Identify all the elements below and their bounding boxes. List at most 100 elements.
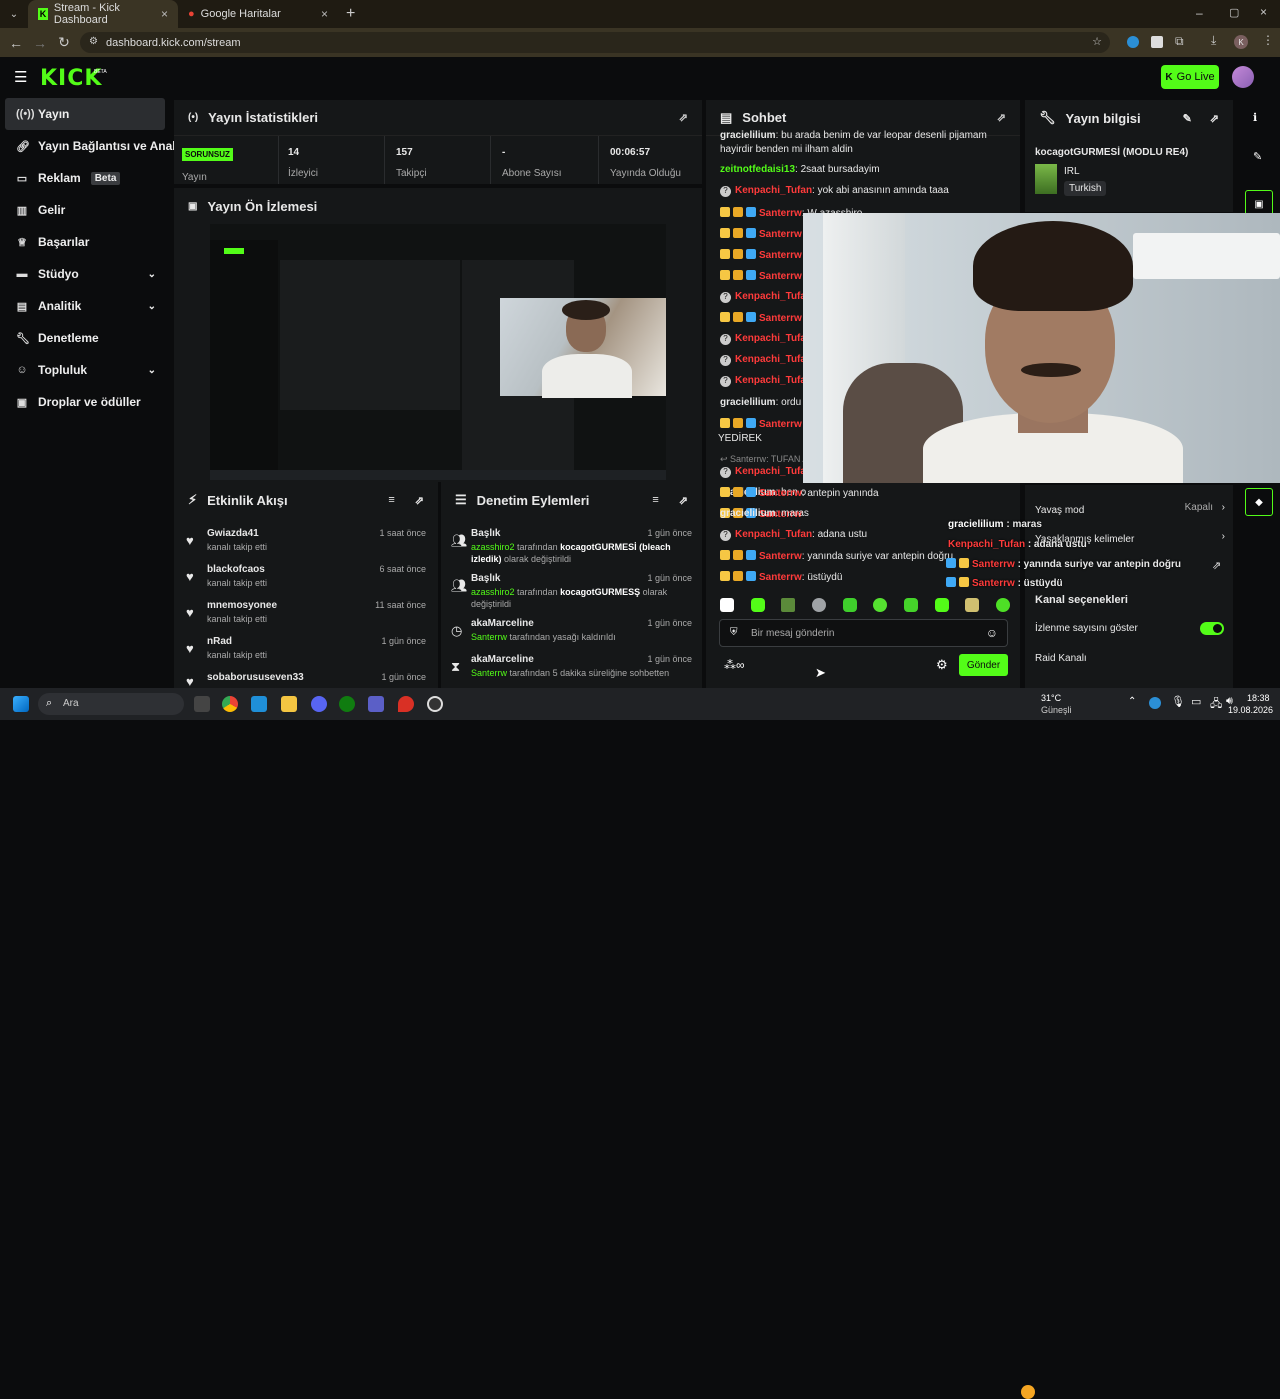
taskbar-search[interactable]: ⌕ Ara	[38, 693, 184, 715]
chat-username[interactable]: Santerrw	[759, 419, 802, 430]
microphone-icon[interactable]: 🎙︎	[1171, 695, 1185, 708]
shield-icon[interactable]: ⛨	[730, 627, 738, 638]
chat-username[interactable]: gracielilium	[720, 508, 776, 519]
tray-chevron-icon[interactable]: ⌃	[1128, 696, 1136, 707]
maps-icon[interactable]	[398, 696, 414, 712]
popout-icon[interactable]: ⇗	[415, 494, 424, 507]
quick-action-icon[interactable]: ◆	[1245, 488, 1273, 516]
slow-mode-row[interactable]: Yavaş mod Kapalı ›	[1035, 502, 1225, 516]
profile-avatar[interactable]: K	[1234, 35, 1248, 49]
chat-username[interactable]: Kenpachi_Tufan	[735, 354, 812, 365]
chat-input[interactable]: ⛨ Bir mesaj gönderin ☺	[719, 619, 1008, 647]
forward-icon[interactable]: →	[28, 35, 52, 51]
chat-username[interactable]: Santerrw	[759, 572, 802, 583]
sidebar-item-analitik[interactable]: ▤ Analitik ⌄	[0, 290, 170, 322]
display-icon[interactable]: ▭	[1191, 695, 1201, 708]
sidebar-item-reklam[interactable]: ▭ Reklam Beta	[0, 162, 170, 194]
popout-icon[interactable]: ⇗	[679, 111, 688, 124]
task-view-icon[interactable]	[194, 696, 210, 712]
sidebar-item-basarilar[interactable]: ♕ Başarılar	[0, 226, 170, 258]
emote-icon[interactable]	[811, 598, 826, 612]
popout-icon[interactable]: ⇗	[679, 494, 688, 507]
user-avatar[interactable]	[1232, 66, 1254, 88]
sidebar-item-topluluk[interactable]: ☺ Topluluk ⌄	[0, 354, 170, 386]
filter-icon[interactable]: ≡	[652, 494, 658, 506]
chat-username[interactable]: Santerrw	[759, 271, 802, 282]
category-name[interactable]: IRL	[1064, 166, 1080, 177]
chat-username[interactable]: gracielilium	[720, 130, 776, 141]
emote-icon[interactable]	[995, 598, 1010, 612]
hamburger-menu-icon[interactable]: ☰	[14, 68, 27, 86]
tray-app-icon[interactable]	[1149, 697, 1161, 709]
discord-icon[interactable]	[311, 696, 327, 712]
extension-icon[interactable]	[1127, 36, 1139, 48]
filter-icon[interactable]: ≡	[388, 494, 394, 506]
chat-username[interactable]: Santerrw	[759, 488, 802, 499]
teams-icon[interactable]	[368, 696, 384, 712]
chat-username[interactable]: Santerrw	[759, 229, 802, 240]
close-icon[interactable]: ×	[321, 7, 328, 21]
app-icon[interactable]	[251, 696, 267, 712]
raid-channel-label[interactable]: Raid Kanalı	[1035, 653, 1087, 664]
windows-start-icon[interactable]	[13, 696, 29, 712]
maximize-icon[interactable]: ▢	[1229, 6, 1239, 19]
send-button[interactable]: Gönder	[959, 654, 1008, 676]
chat-username[interactable]: Santerrw	[759, 551, 802, 562]
chat-username[interactable]: Santerrw	[730, 454, 766, 464]
settings-gear-icon[interactable]: ⚙	[936, 657, 948, 673]
chat-username[interactable]: Santerrw	[759, 250, 802, 261]
chat-username[interactable]: Kenpachi_Tufan	[735, 529, 812, 540]
bookmark-icon[interactable]: ☆	[1092, 35, 1102, 48]
back-icon[interactable]: ←	[4, 35, 28, 51]
chat-username[interactable]: Santerrw	[759, 313, 802, 324]
clock-time[interactable]: 18:38	[1247, 693, 1270, 703]
url-field[interactable]: ⚙ dashboard.kick.com/stream ☆	[80, 32, 1110, 53]
network-icon[interactable]: 🖧︎	[1210, 695, 1222, 714]
sidebar-item-stream-link[interactable]: 🔗︎ Yayın Bağlantısı ve Anahtar	[0, 130, 195, 162]
emote-icon[interactable]	[842, 598, 857, 612]
download-icon[interactable]: ⤓	[1211, 33, 1216, 48]
show-viewers-toggle[interactable]	[1200, 622, 1224, 635]
emote-icon[interactable]	[873, 598, 888, 612]
emote-icon[interactable]	[934, 598, 949, 612]
chat-username[interactable]: Kenpachi_Tufan	[735, 291, 812, 302]
emote-icon[interactable]	[781, 598, 796, 612]
chat-username[interactable]: Santerrw	[759, 208, 802, 219]
extensions-puzzle-icon[interactable]: ⧉	[1175, 34, 1184, 49]
site-info-icon[interactable]: ⚙	[89, 36, 98, 47]
popout-icon[interactable]: ⇗	[997, 111, 1006, 124]
close-icon[interactable]: ×	[161, 7, 168, 21]
browser-menu-icon[interactable]: ⋮	[1262, 33, 1274, 47]
obs-icon[interactable]	[427, 696, 443, 712]
extension-icon-2[interactable]	[1151, 36, 1163, 48]
edit-pencil-icon[interactable]: ✎	[1253, 150, 1262, 163]
emote-icon[interactable]	[965, 598, 980, 612]
sidebar-item-denetleme[interactable]: 🔧︎ Denetleme	[0, 322, 170, 354]
chat-username[interactable]: gracielilium	[720, 397, 776, 408]
chat-username[interactable]: Kenpachi_Tufan	[735, 466, 812, 477]
tab-google-maps[interactable]: ● Google Haritalar ×	[178, 0, 338, 28]
window-close-icon[interactable]: ×	[1260, 5, 1267, 19]
popout-icon[interactable]: ⇗	[1210, 112, 1219, 125]
tag-chip[interactable]: Turkish	[1064, 181, 1107, 196]
sidebar-item-gelir[interactable]: ▥ Gelir	[0, 194, 170, 226]
preview-video[interactable]	[210, 224, 666, 480]
chat-username[interactable]: zeitnotfedaisi13	[720, 164, 795, 175]
info-icon[interactable]: ℹ	[1253, 111, 1257, 124]
edit-icon[interactable]: ✎	[1183, 112, 1192, 125]
sidebar-item-yayin[interactable]: ((•)) Yayın	[5, 98, 165, 130]
chrome-icon[interactable]	[222, 696, 238, 712]
minimize-icon[interactable]: –	[1196, 6, 1203, 20]
emoji-icon[interactable]: ☺	[986, 626, 998, 640]
tab-menu-icon[interactable]: ⌄	[0, 9, 28, 20]
new-tab-icon[interactable]: +	[346, 5, 355, 23]
go-live-button[interactable]: K Go Live	[1161, 65, 1219, 89]
chat-username[interactable]: Kenpachi_Tufan	[735, 375, 812, 386]
emote-icon[interactable]	[720, 598, 734, 612]
sidebar-item-studyo[interactable]: ▬ Stüdyo ⌄	[0, 258, 170, 290]
reload-icon[interactable]: ↻	[52, 34, 76, 51]
clock-date[interactable]: 19.08.2026	[1228, 705, 1273, 715]
file-explorer-icon[interactable]	[281, 696, 297, 712]
chat-username[interactable]: Kenpachi_Tufan	[735, 333, 812, 344]
points-icon[interactable]: ⁂∞	[724, 658, 745, 672]
